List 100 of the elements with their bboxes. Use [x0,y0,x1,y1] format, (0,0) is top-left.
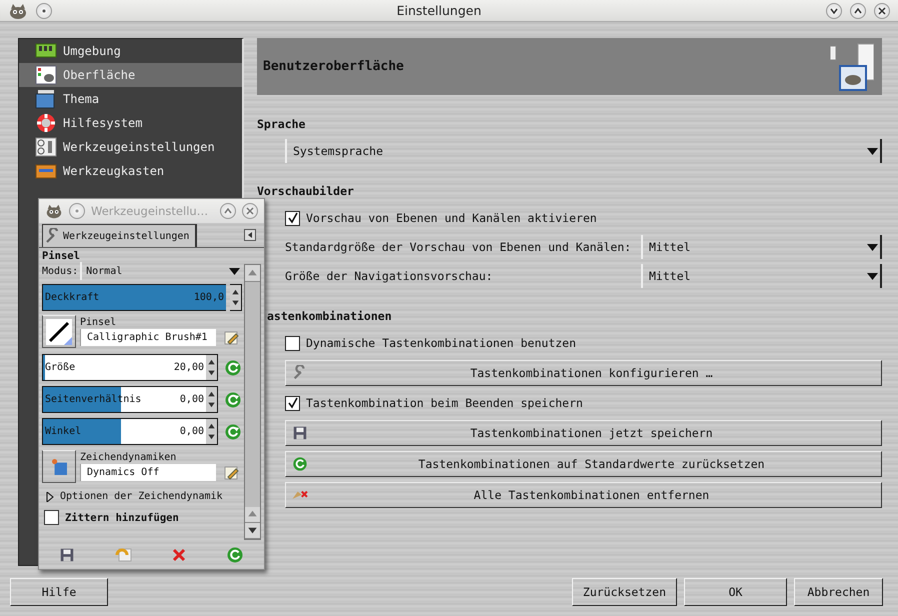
sidebar-item-label: Thema [63,92,100,106]
reset-icon[interactable] [224,358,242,376]
slider-value: 20,00 [174,362,204,373]
window-title: Einstellungen [396,3,482,18]
slider[interactable]: Größe 20,00 [42,354,206,381]
window-icon [830,42,874,92]
field-label: Modus: [42,266,78,276]
dropdown-arrow-icon [867,148,878,154]
sidebar-item[interactable]: Thema [19,87,242,111]
slider-value: 100,0 [194,292,224,303]
sidebar-item-label: Hilfesystem [63,116,142,130]
spin-button[interactable] [206,418,218,445]
section-heading: astenkombinationen [267,309,393,323]
sidebar-item-label: Oberfläche [63,68,136,82]
brush-preview[interactable] [42,315,76,348]
dropdown[interactable]: Mittel [641,235,882,259]
reset-icon[interactable] [224,390,242,408]
lifebuoy-icon [35,113,57,133]
help-button[interactable]: Hilfe [10,578,108,606]
checkbox[interactable] [285,396,300,410]
wrench-icon [45,228,61,244]
sliders-icon [35,137,57,157]
close-icon [878,6,886,14]
spin-button[interactable] [206,386,218,413]
spin-arrows-icon [206,358,217,377]
dynamics-icon [52,458,66,474]
checkbox-label: Zittern hinzufügen [65,512,179,524]
dynamics-button[interactable] [42,450,76,483]
field-label: Größe der Navigationsvorschau: [285,269,494,283]
chevron-down-icon [830,8,838,14]
sidebar-item[interactable]: Umgebung [19,39,242,63]
field-label: Pinsel [80,317,118,328]
tool-name: Pinsel [42,250,81,262]
spin-button[interactable] [206,354,218,381]
save-button[interactable] [58,547,75,563]
dropdown[interactable]: Normal [80,262,242,280]
window-title: Werkzeugeinstellu… [91,204,210,218]
dialog-button[interactable]: Abbrechen [794,578,883,606]
field-label: Standardgröße der Vorschau von Ebenen und Kanälen: [285,240,632,254]
slider-label: Winkel [45,426,82,437]
scroll-down-button[interactable] [245,523,260,539]
edit-icon[interactable] [224,465,239,480]
action-button[interactable]: Tastenkombinationen konfigurieren … [285,360,882,386]
maximize-button[interactable] [850,2,866,18]
reset-icon [292,456,308,472]
field-label: Zeichendynamiken [80,452,178,463]
reset-button[interactable] [226,546,244,564]
spin-button[interactable] [230,284,242,311]
window-icon [35,65,57,85]
scrollbar[interactable] [244,264,261,540]
menu-button[interactable] [36,2,52,18]
action-button[interactable]: Tastenkombinationen auf Standardwerte zurücksetzen [285,451,882,477]
panel-menu-icon[interactable] [244,229,256,241]
app-icon [45,202,63,220]
section-heading: Vorschaubilder [257,184,355,198]
close-button[interactable] [874,2,890,18]
chevron-up-icon [224,208,232,214]
tab[interactable]: Werkzeugeinstellungen [42,224,198,247]
spin-arrows-icon [230,288,241,307]
expander-arrow-icon [46,492,54,502]
brush-field[interactable]: Calligraphic Brush#1 [80,329,216,346]
reset-icon[interactable] [224,422,242,440]
dynamics-field[interactable]: Dynamics Off [80,464,216,481]
sidebar-item[interactable]: Werkzeugkasten [19,159,242,183]
sidebar-item-label: Werkzeugeinstellungen [63,140,215,154]
sidebar-item-label: Umgebung [63,44,121,58]
checkbox[interactable] [285,336,300,350]
checkbox[interactable] [285,210,300,226]
sidebar-item[interactable]: Werkzeugeinstellungen [19,135,242,159]
checkbox[interactable] [44,510,59,525]
spin-arrows-icon [206,390,217,409]
minimize-button[interactable] [826,2,842,18]
slider-value: 0,00 [180,426,204,437]
action-button[interactable]: Alle Tastenkombinationen entfernen [285,482,882,508]
dropdown-arrow-icon [867,244,878,250]
dropdown[interactable]: Mittel [641,264,882,288]
dialog-button[interactable]: OK [684,578,787,606]
sidebar-item[interactable]: Hilfesystem [19,111,242,135]
expander[interactable]: Optionen der Zeichendynamik [42,491,242,502]
sidebar-item-label: Werkzeugkasten [63,164,164,178]
action-button[interactable]: Tastenkombinationen jetzt speichern [285,420,882,446]
slider-value: 0,00 [180,394,204,405]
checkbox-label: Dynamische Tastenkombinationen benutzen [306,336,576,350]
delete-button[interactable] [172,548,186,562]
menu-button[interactable] [69,203,85,219]
dot-icon [42,8,46,12]
sidebar-item[interactable]: Oberfläche [19,63,242,87]
dot-icon [75,209,79,213]
dropdown[interactable]: Systemsprache [285,139,882,163]
slider-label: Größe [45,362,76,373]
dialog-button[interactable]: Zurücksetzen [572,578,677,606]
chevron-up-icon [854,8,862,14]
shirt-icon [35,89,57,109]
slider[interactable]: Winkel 0,00 [42,418,206,445]
slider-label: Deckkraft [45,292,100,303]
close-icon [246,207,254,215]
edit-icon[interactable] [224,330,239,345]
checkbox-label: Vorschau von Ebenen und Kanälen aktivieren [306,211,597,225]
opacity-slider[interactable]: Deckkraft 100,0 [42,284,226,311]
checkbox-label: Tastenkombination beim Beenden speichern [306,396,583,410]
